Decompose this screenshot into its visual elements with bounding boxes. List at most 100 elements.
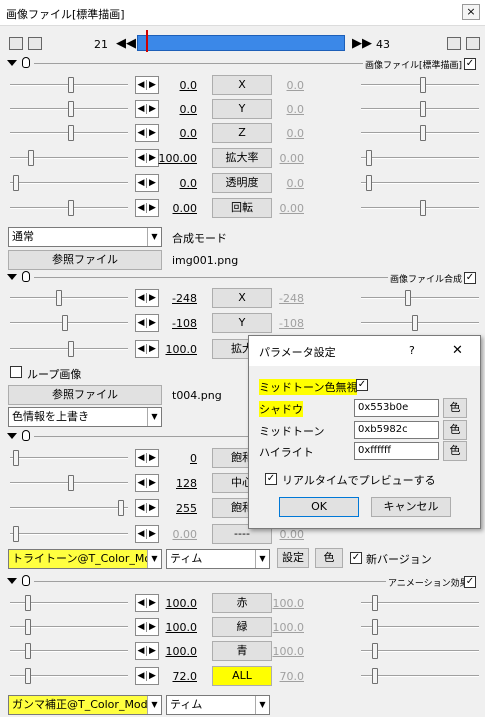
ignore-midtone-checkbox[interactable]: ✓	[356, 379, 368, 391]
left-slider-thumb[interactable]	[68, 475, 74, 491]
left-value[interactable]: 100.0	[153, 645, 198, 658]
right-slider-thumb[interactable]	[420, 101, 426, 117]
right-value[interactable]: 100.0	[260, 597, 305, 610]
right-slider-track[interactable]	[361, 157, 479, 159]
left-slider-thumb[interactable]	[68, 125, 74, 141]
right-slider-thumb[interactable]	[372, 668, 378, 684]
layer-icon[interactable]	[28, 37, 42, 50]
left-value[interactable]: 100.0	[153, 343, 198, 356]
right-slider-track[interactable]	[361, 297, 479, 299]
right-slider-thumb[interactable]	[366, 175, 372, 191]
author-select[interactable]: ティム ▼	[166, 695, 270, 715]
left-slider-thumb[interactable]	[25, 668, 31, 684]
right-value[interactable]: 100.0	[260, 621, 305, 634]
next-keyframe-button[interactable]: ▶▶	[352, 37, 372, 51]
left-slider-thumb[interactable]	[13, 450, 19, 466]
left-value[interactable]: 100.00	[153, 152, 198, 165]
blend-mode-select[interactable]: 通常 ▼	[8, 227, 162, 247]
right-value[interactable]: 0.00	[260, 528, 305, 541]
left-value[interactable]: 0.0	[153, 177, 198, 190]
right-value[interactable]: 0.0	[260, 79, 305, 92]
right-slider-track[interactable]	[361, 182, 479, 184]
left-value[interactable]: 0	[153, 452, 197, 465]
link-icon[interactable]	[447, 37, 461, 50]
midtone-input[interactable]: 0xb5982c	[354, 421, 439, 439]
ref-file-button[interactable]: 参照ファイル	[8, 385, 162, 405]
highlight-color-button[interactable]: 色	[443, 441, 467, 461]
right-slider-thumb[interactable]	[366, 150, 372, 166]
right-slider-track[interactable]	[361, 602, 479, 604]
shadow-input[interactable]: 0x553b0e	[354, 399, 439, 417]
ref-file-button[interactable]: 参照ファイル	[8, 250, 162, 270]
right-value[interactable]: 0.0	[260, 177, 305, 190]
right-value[interactable]: 100.0	[260, 645, 305, 658]
right-slider-thumb[interactable]	[420, 77, 426, 93]
left-value[interactable]: 0.0	[153, 127, 198, 140]
left-slider-thumb[interactable]	[68, 200, 74, 216]
left-slider-track[interactable]	[10, 297, 128, 299]
timeline-bar[interactable]	[137, 35, 345, 51]
left-slider-thumb[interactable]	[56, 290, 62, 306]
left-value[interactable]: -108	[153, 317, 197, 330]
left-slider-thumb[interactable]	[118, 500, 124, 516]
timeline-cursor[interactable]	[146, 30, 148, 52]
tritone-script-select[interactable]: トライトーン@T_Color_Modu ▼	[8, 549, 162, 569]
color-mode-select[interactable]: 色情報を上書き ▼	[8, 407, 162, 427]
left-slider-thumb[interactable]	[25, 643, 31, 659]
help-button[interactable]: ?	[409, 344, 415, 357]
left-slider-thumb[interactable]	[25, 619, 31, 635]
right-value[interactable]: -108	[260, 317, 304, 330]
left-value[interactable]: 128	[153, 477, 197, 490]
right-value[interactable]: 0.00	[260, 202, 305, 215]
left-value[interactable]: 0.0	[153, 79, 198, 92]
new-version-checkbox[interactable]: ✓	[350, 552, 362, 564]
right-value[interactable]: 0.0	[260, 103, 305, 116]
left-value[interactable]: 72.0	[153, 670, 198, 683]
right-slider-thumb[interactable]	[420, 125, 426, 141]
close-button[interactable]: ×	[462, 4, 480, 20]
section-enable-checkbox[interactable]: ✓	[464, 58, 476, 70]
left-value[interactable]: 0.00	[153, 202, 198, 215]
left-slider-thumb[interactable]	[68, 341, 74, 357]
left-slider-track[interactable]	[10, 457, 128, 459]
left-slider-thumb[interactable]	[13, 175, 19, 191]
ok-button[interactable]: OK	[279, 497, 359, 517]
highlight-input[interactable]: 0xffffff	[354, 442, 439, 460]
left-value[interactable]: 100.0	[153, 621, 198, 634]
settings-button[interactable]: 設定	[277, 548, 309, 568]
left-slider-thumb[interactable]	[25, 595, 31, 611]
right-value[interactable]: 70.0	[260, 670, 305, 683]
left-slider-track[interactable]	[10, 322, 128, 324]
right-slider-track[interactable]	[361, 322, 479, 324]
cancel-button[interactable]: キャンセル	[371, 497, 451, 517]
collapse-icon[interactable]	[7, 433, 17, 439]
preview-checkbox[interactable]: ✓	[265, 473, 277, 485]
menu-icon[interactable]	[466, 37, 480, 50]
right-slider-thumb[interactable]	[412, 315, 418, 331]
section-enable-checkbox[interactable]: ✓	[464, 272, 476, 284]
left-slider-thumb[interactable]	[68, 101, 74, 117]
author-select[interactable]: ティム ▼	[166, 549, 270, 569]
right-slider-track[interactable]	[361, 675, 479, 677]
dialog-close-button[interactable]: ✕	[452, 343, 463, 358]
left-value[interactable]: 0.0	[153, 103, 198, 116]
left-value[interactable]: -248	[153, 292, 197, 305]
left-slider-thumb[interactable]	[68, 77, 74, 93]
right-slider-thumb[interactable]	[372, 643, 378, 659]
left-slider-track[interactable]	[10, 507, 128, 509]
prev-keyframe-button[interactable]: ◀◀	[116, 37, 136, 51]
left-slider-track[interactable]	[10, 182, 128, 184]
right-slider-track[interactable]	[361, 626, 479, 628]
right-slider-thumb[interactable]	[420, 200, 426, 216]
left-slider-track[interactable]	[10, 533, 128, 535]
section-enable-checkbox[interactable]: ✓	[464, 576, 476, 588]
right-value[interactable]: -248	[260, 292, 304, 305]
right-slider-track[interactable]	[361, 650, 479, 652]
loop-checkbox[interactable]	[10, 366, 22, 378]
left-slider-thumb[interactable]	[62, 315, 68, 331]
gamma-script-select[interactable]: ガンマ補正@T_Color_Mod ▼	[8, 695, 162, 715]
collapse-icon[interactable]	[7, 60, 17, 66]
right-slider-thumb[interactable]	[372, 595, 378, 611]
color-button[interactable]: 色	[315, 548, 343, 568]
right-slider-thumb[interactable]	[372, 619, 378, 635]
